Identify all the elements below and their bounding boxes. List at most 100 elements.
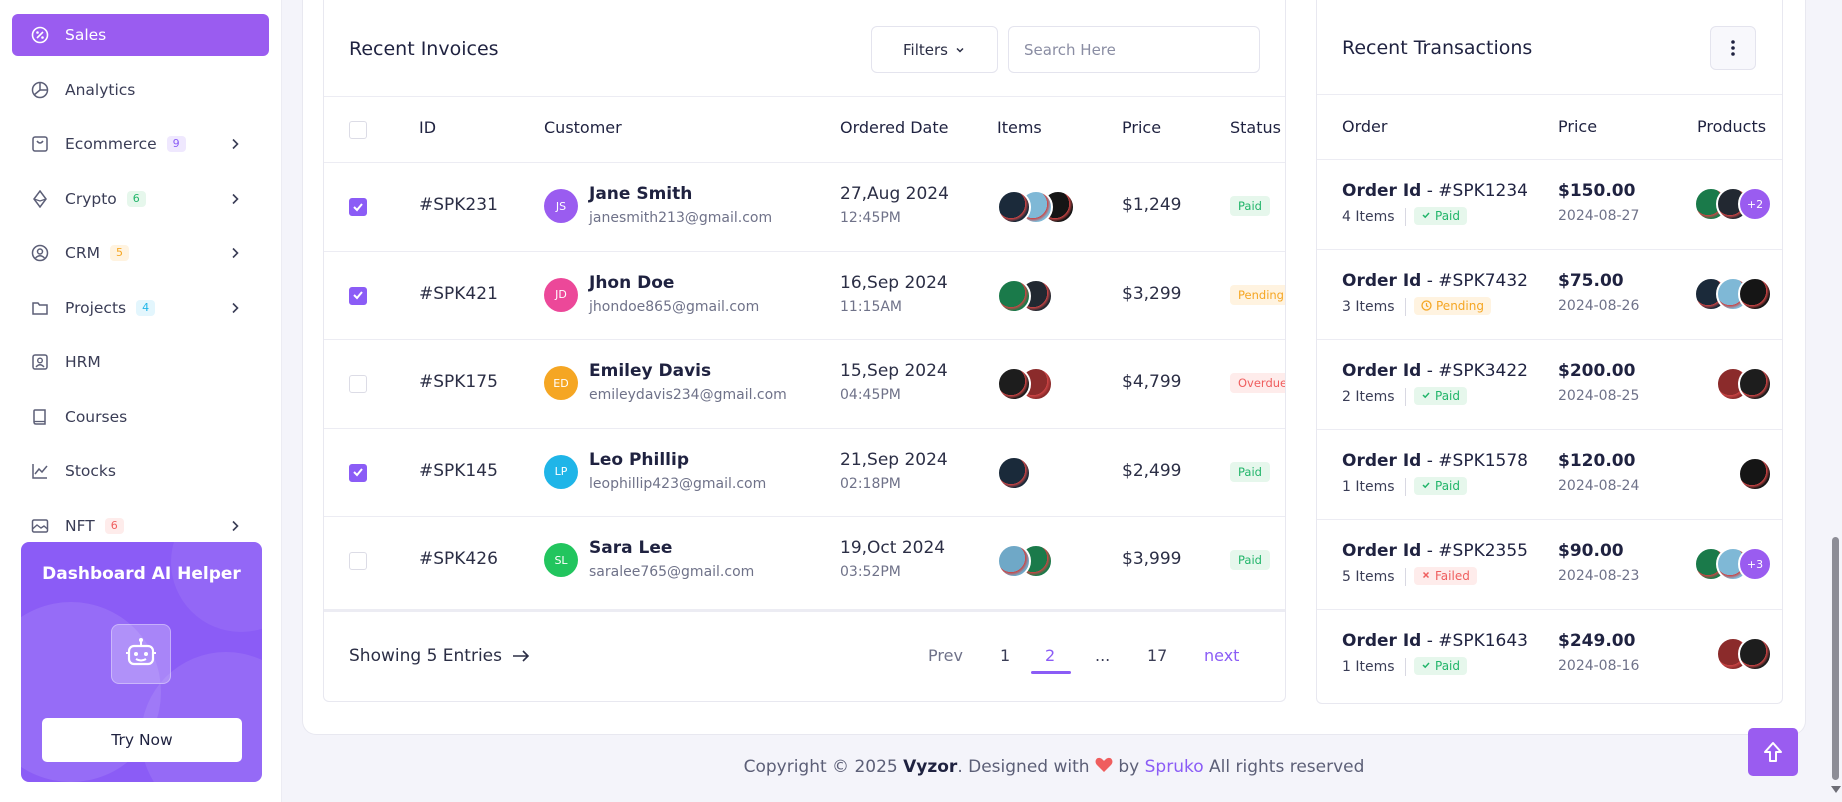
sales-icon — [30, 25, 50, 45]
status-badge: Paid — [1414, 207, 1468, 225]
order-id[interactable]: Order Id - #SPK3422 — [1342, 361, 1528, 381]
transaction-date: 2024-08-16 — [1558, 658, 1640, 674]
sidebar-item-courses[interactable]: Courses — [12, 396, 269, 438]
ordered-time: 11:15AM — [840, 298, 903, 315]
table-row[interactable]: #SPK426 SL Sara Lee saralee765@gmail.com 19,… — [324, 516, 1285, 604]
active-page-indicator — [1031, 671, 1071, 674]
sidebar-item-stocks[interactable]: Stocks — [12, 450, 269, 492]
filters-button[interactable]: Filters — [871, 26, 998, 73]
product-thumbnail — [1738, 457, 1772, 491]
search-input[interactable] — [1008, 26, 1260, 73]
sidebar-item-label: CRM — [65, 244, 100, 262]
transaction-row[interactable]: Order Id - #SPK1578 1 Items Paid $120.00 202… — [1317, 429, 1782, 519]
column-header-status: Status — [1230, 118, 1281, 137]
ordered-date: 16,Sep 2024 — [840, 272, 948, 293]
pagination-next[interactable]: next — [1204, 646, 1239, 665]
by-text: by — [1112, 757, 1145, 777]
ordered-time: 03:52PM — [840, 564, 901, 580]
transaction-row[interactable]: Order Id - #SPK3422 2 Items Paid $200.00 202… — [1317, 339, 1782, 429]
scroll-to-top-button[interactable] — [1748, 728, 1798, 776]
customer-email: leophillip423@gmail.com — [589, 475, 767, 492]
row-checkbox[interactable] — [349, 375, 367, 393]
order-id[interactable]: Order Id - #SPK7432 — [1342, 271, 1528, 291]
sidebar: Sales Analytics Ecommerce 9 Crypto 6 CRM 5 Proje… — [0, 0, 282, 802]
sidebar-item-crypto[interactable]: Crypto 6 — [12, 178, 269, 220]
status-badge: Paid — [1414, 477, 1468, 495]
try-now-button[interactable]: Try Now — [42, 718, 242, 762]
invoice-id[interactable]: #SPK421 — [419, 284, 498, 304]
sidebar-item-projects[interactable]: Projects 4 — [12, 287, 269, 329]
customer-email: saralee765@gmail.com — [589, 564, 755, 580]
table-row[interactable]: #SPK145 LP Leo Phillip leophillip423@gmail.… — [324, 427, 1285, 516]
sidebar-item-crm[interactable]: CRM 5 — [12, 232, 269, 274]
avatar: LP — [544, 454, 578, 489]
chevron-right-icon — [232, 302, 239, 313]
sidebar-item-analytics[interactable]: Analytics — [12, 69, 269, 111]
order-id[interactable]: Order Id - #SPK1643 — [1342, 631, 1528, 651]
page-scrollbar[interactable] — [1828, 0, 1842, 802]
ordered-time: 02:18PM — [840, 475, 901, 492]
ordered-date: 27,Aug 2024 — [840, 184, 949, 204]
pagination-prev[interactable]: Prev — [928, 646, 963, 665]
row-checkbox[interactable] — [349, 463, 367, 482]
invoice-price: $3,299 — [1122, 283, 1182, 304]
chevron-right-icon — [232, 193, 239, 204]
transaction-row[interactable]: Order Id - #SPK2355 5 Items Failed $90.00 20… — [1317, 519, 1782, 609]
courses-icon — [30, 407, 50, 427]
row-checkbox[interactable] — [349, 286, 367, 305]
product-thumbnails — [997, 278, 1053, 313]
more-options-button[interactable] — [1710, 26, 1756, 70]
transaction-row[interactable]: Order Id - #SPK7432 3 Items Pending $75.00 2… — [1317, 249, 1782, 339]
pagination-page-2[interactable]: 2 — [1045, 646, 1055, 665]
brand-name: Vyzor — [903, 757, 958, 777]
item-count: 3 Items — [1342, 298, 1406, 316]
customer-email: janesmith213@gmail.com — [589, 210, 773, 226]
order-id[interactable]: Order Id - #SPK1578 — [1342, 451, 1528, 471]
order-id-label: Order Id — [1342, 541, 1422, 561]
invoice-price: $2,499 — [1122, 460, 1182, 481]
copyright-text: Copyright © 2025 — [743, 757, 904, 777]
invoice-id[interactable]: #SPK145 — [419, 461, 498, 481]
showing-entries-link[interactable]: Showing 5 Entries — [349, 646, 530, 666]
more-products-badge[interactable]: +3 — [1738, 547, 1772, 581]
product-thumbnails — [1694, 277, 1772, 311]
order-id[interactable]: Order Id - #SPK1234 — [1342, 181, 1528, 201]
pagination-ellipsis[interactable]: ... — [1095, 646, 1110, 665]
table-row[interactable]: #SPK421 JD Jhon Doe jhondoe865@gmail.com 16,… — [324, 250, 1285, 339]
sidebar-item-label: Projects — [65, 298, 127, 317]
sidebar-item-sales[interactable]: Sales — [12, 14, 269, 56]
order-id[interactable]: Order Id - #SPK2355 — [1342, 541, 1528, 561]
scrollbar-thumb[interactable] — [1832, 537, 1839, 780]
item-count: 5 Items — [1342, 568, 1406, 586]
product-thumbnails — [1716, 637, 1772, 671]
nft-icon — [30, 516, 50, 536]
check-icon — [352, 291, 363, 300]
transaction-row[interactable]: Order Id - #SPK1643 1 Items Paid $249.00 202… — [1317, 609, 1782, 699]
select-all-checkbox[interactable] — [349, 121, 367, 139]
row-checkbox[interactable] — [349, 198, 367, 216]
table-row[interactable]: #SPK231 JS Jane Smith janesmith213@gmail.co… — [324, 162, 1285, 250]
sidebar-item-hrm[interactable]: HRM — [12, 341, 269, 383]
more-products-badge[interactable]: +2 — [1738, 187, 1772, 221]
column-header-products: Products — [1697, 117, 1767, 136]
row-checkbox[interactable] — [349, 552, 367, 570]
pagination-page-1[interactable]: 1 — [1000, 646, 1010, 665]
pagination-page-17[interactable]: 17 — [1147, 646, 1167, 665]
invoice-id[interactable]: #SPK231 — [419, 195, 498, 215]
analytics-icon — [30, 80, 50, 100]
transaction-row[interactable]: Order Id - #SPK1234 4 Items Paid $150.00 202… — [1317, 159, 1782, 249]
company-link[interactable]: Spruko — [1145, 757, 1204, 777]
invoice-id[interactable]: #SPK426 — [419, 549, 498, 569]
hrm-icon — [30, 352, 50, 372]
sidebar-item-ecommerce[interactable]: Ecommerce 9 — [12, 123, 269, 165]
status-badge: Failed — [1414, 567, 1477, 585]
table-row[interactable]: #SPK175 ED Emiley Davis emileydavis234@gmai… — [324, 339, 1285, 427]
order-id-label: Order Id — [1342, 631, 1422, 651]
sidebar-item-nft[interactable]: NFT 6 — [12, 505, 269, 547]
status-text: Paid — [1435, 479, 1461, 493]
scroll-down-arrow[interactable] — [1831, 786, 1841, 793]
product-thumbnail — [997, 544, 1031, 578]
order-id-value: - #SPK3422 — [1421, 361, 1528, 381]
status-text: Paid — [1435, 659, 1461, 673]
invoice-id[interactable]: #SPK175 — [419, 372, 498, 392]
